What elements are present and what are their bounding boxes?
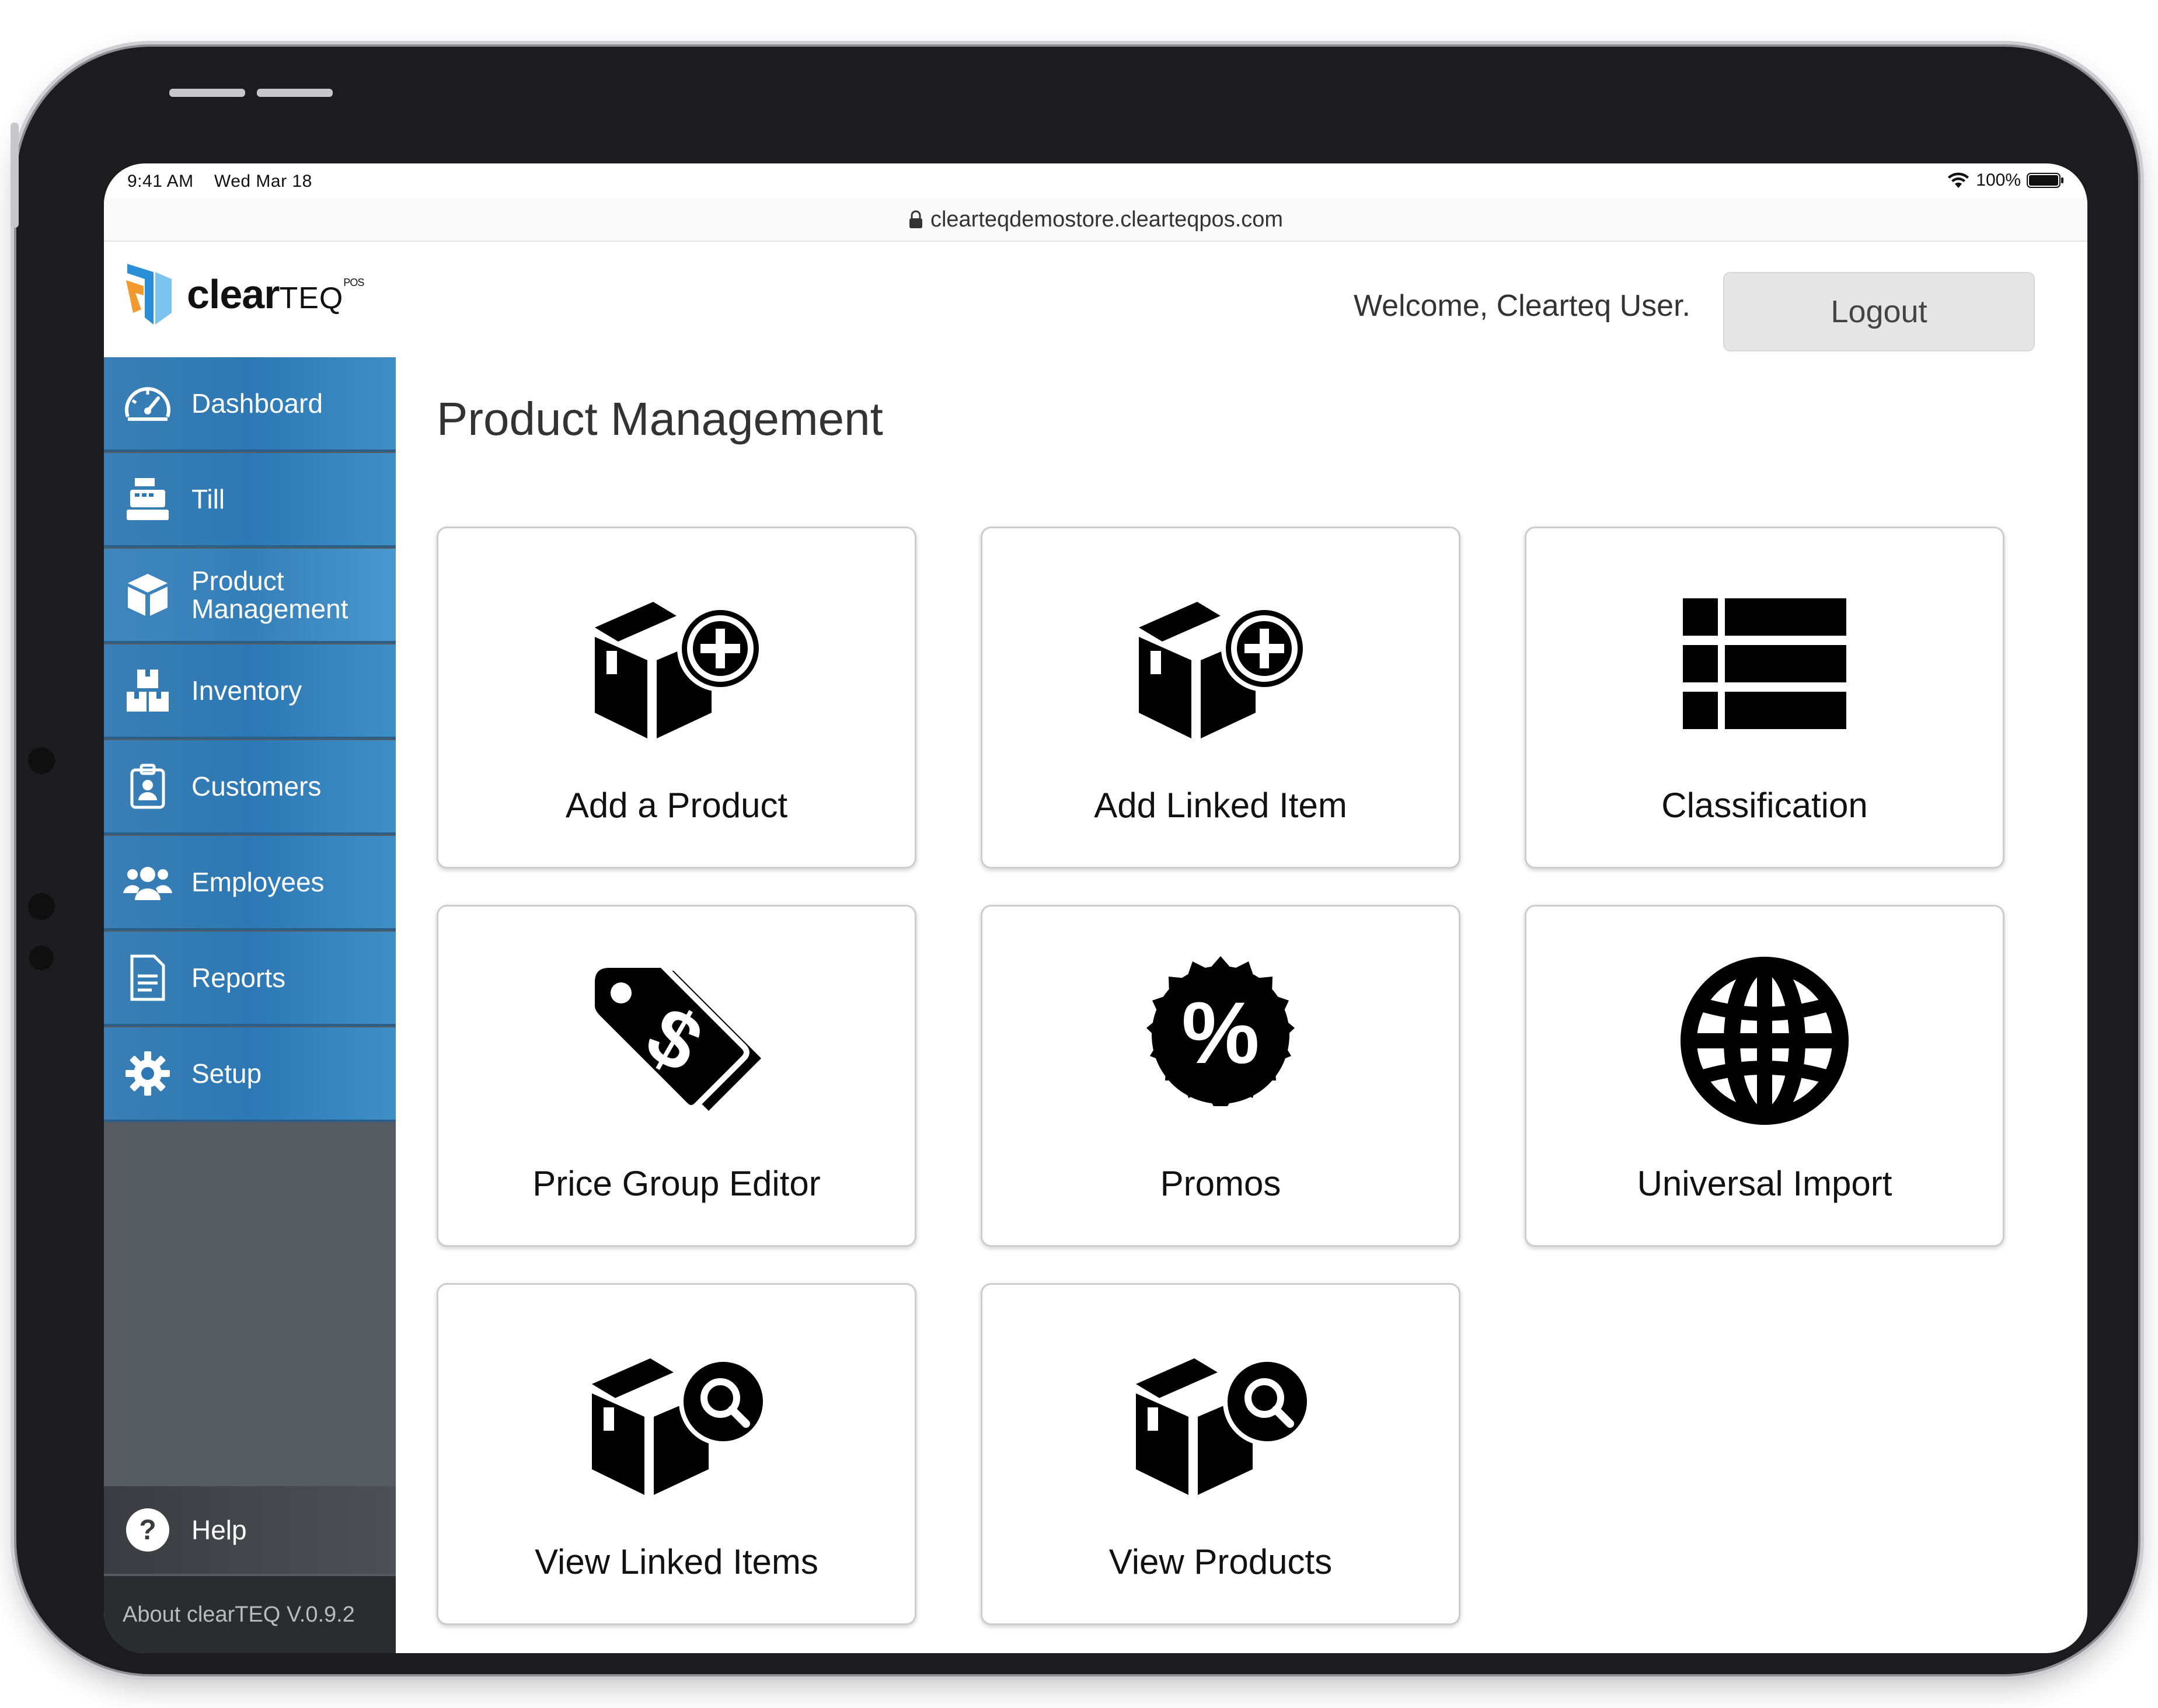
sidebar-item-product-management[interactable]: Product Management	[104, 549, 396, 643]
status-date: Wed Mar 18	[214, 172, 312, 191]
sidebar-item-label: Inventory	[191, 675, 302, 706]
sidebar-item-label: Customers	[191, 771, 322, 801]
welcome-message: Welcome, Clearteq User.	[1353, 289, 1690, 323]
url-bar[interactable]: clearteqdemostore.clearteqpos.com	[104, 198, 2087, 242]
battery-percent: 100%	[1976, 170, 2021, 190]
svg-text:?: ?	[139, 1515, 156, 1546]
help-button[interactable]: ? Help	[104, 1486, 396, 1574]
svg-text:%: %	[1181, 984, 1259, 1082]
tile-price-group-editor[interactable]: $ Price Group Editor	[437, 905, 916, 1247]
sidebar-item-till[interactable]: Till	[104, 453, 396, 548]
tile-label: Promos	[1160, 1164, 1281, 1203]
tile-label: Add Linked Item	[1094, 786, 1347, 825]
about-link[interactable]: About clearTEQ V.0.9.2	[104, 1576, 396, 1653]
price-tag-icon: $	[589, 962, 761, 1111]
lock-icon	[909, 210, 922, 228]
box-plus-icon	[1139, 602, 1308, 738]
volume-button	[169, 89, 245, 97]
sensor-dot	[29, 946, 54, 970]
main-content: Product Management Add a Product Add Lin…	[396, 357, 2087, 1653]
list-icon	[1683, 598, 1846, 729]
sidebar-item-label: Product	[191, 566, 284, 596]
logo[interactable]: clearTEQPOS	[121, 259, 364, 329]
percent-badge-icon: %	[1146, 956, 1295, 1106]
sidebar-item-label: Reports	[191, 963, 286, 993]
battery-icon	[2027, 173, 2063, 188]
tablet-frame: 9:41 AM Wed Mar 18 100% clearteqdemostor…	[11, 47, 2138, 1674]
sidebar: Dashboard Till Product Management Invent…	[104, 357, 396, 1653]
tile-label: Price Group Editor	[532, 1164, 821, 1203]
side-button	[11, 123, 19, 228]
sidebar-item-reports[interactable]: Reports	[104, 932, 396, 1026]
boxes-icon	[121, 664, 174, 717]
logo-text-bold: clear	[187, 271, 280, 317]
sensor-dot	[28, 893, 55, 920]
logo-text-light: TEQ	[279, 281, 344, 315]
url-text: clearteqdemostore.clearteqpos.com	[930, 207, 1284, 232]
tile-label: View Products	[1108, 1542, 1333, 1581]
question-icon: ?	[121, 1504, 174, 1556]
sidebar-item-dashboard[interactable]: Dashboard	[104, 357, 396, 452]
wifi-icon	[1948, 172, 1969, 188]
sidebar-item-inventory[interactable]: Inventory	[104, 644, 396, 739]
box-search-icon	[592, 1357, 767, 1495]
logo-superscript: POS	[343, 277, 364, 288]
screen: 9:41 AM Wed Mar 18 100% clearteqdemostor…	[104, 163, 2087, 1653]
tile-label: Classification	[1661, 786, 1868, 825]
sidebar-item-label: Employees	[191, 867, 325, 897]
about-label: About clearTEQ V.0.9.2	[123, 1602, 355, 1627]
sidebar-item-label: Setup	[191, 1058, 262, 1089]
app-header: clearTEQPOS Welcome, Clearteq User. Logo…	[104, 242, 2087, 357]
volume-button	[257, 89, 333, 97]
status-bar: 9:41 AM Wed Mar 18 100%	[104, 163, 2087, 198]
cash-register-icon	[121, 473, 174, 525]
tile-add-product[interactable]: Add a Product	[437, 527, 916, 869]
sensor-dot	[28, 747, 55, 774]
tile-universal-import[interactable]: Universal Import	[1525, 905, 2004, 1247]
box-plus-icon	[595, 602, 764, 738]
tile-view-linked-items[interactable]: View Linked Items	[437, 1283, 916, 1625]
tile-promos[interactable]: % Promos	[981, 905, 1460, 1247]
help-label: Help	[191, 1515, 247, 1545]
tile-label: Add a Product	[565, 786, 788, 825]
id-badge-icon	[121, 760, 174, 813]
box-icon	[121, 569, 174, 621]
box-search-icon	[1136, 1357, 1311, 1495]
gear-icon	[121, 1047, 174, 1100]
tile-label: View Linked Items	[535, 1542, 818, 1581]
users-icon	[121, 856, 174, 908]
document-icon	[121, 951, 174, 1004]
sidebar-item-label: Management	[191, 594, 348, 624]
tile-view-products[interactable]: View Products	[981, 1283, 1460, 1625]
page-title: Product Management	[437, 393, 883, 445]
logo-arrow-icon	[126, 264, 172, 325]
sidebar-item-label: Dashboard	[191, 388, 323, 419]
logout-button[interactable]: Logout	[1723, 272, 2035, 351]
sidebar-item-customers[interactable]: Customers	[104, 740, 396, 835]
speedometer-icon	[121, 377, 174, 430]
tile-add-linked-item[interactable]: Add Linked Item	[981, 527, 1460, 869]
status-time: 9:41 AM	[127, 172, 194, 191]
sidebar-item-label: Till	[191, 484, 225, 514]
tile-label: Universal Import	[1637, 1164, 1892, 1203]
tile-classification[interactable]: Classification	[1525, 527, 2004, 869]
sidebar-item-setup[interactable]: Setup	[104, 1027, 396, 1122]
sidebar-item-employees[interactable]: Employees	[104, 836, 396, 930]
globe-icon	[1681, 957, 1849, 1125]
